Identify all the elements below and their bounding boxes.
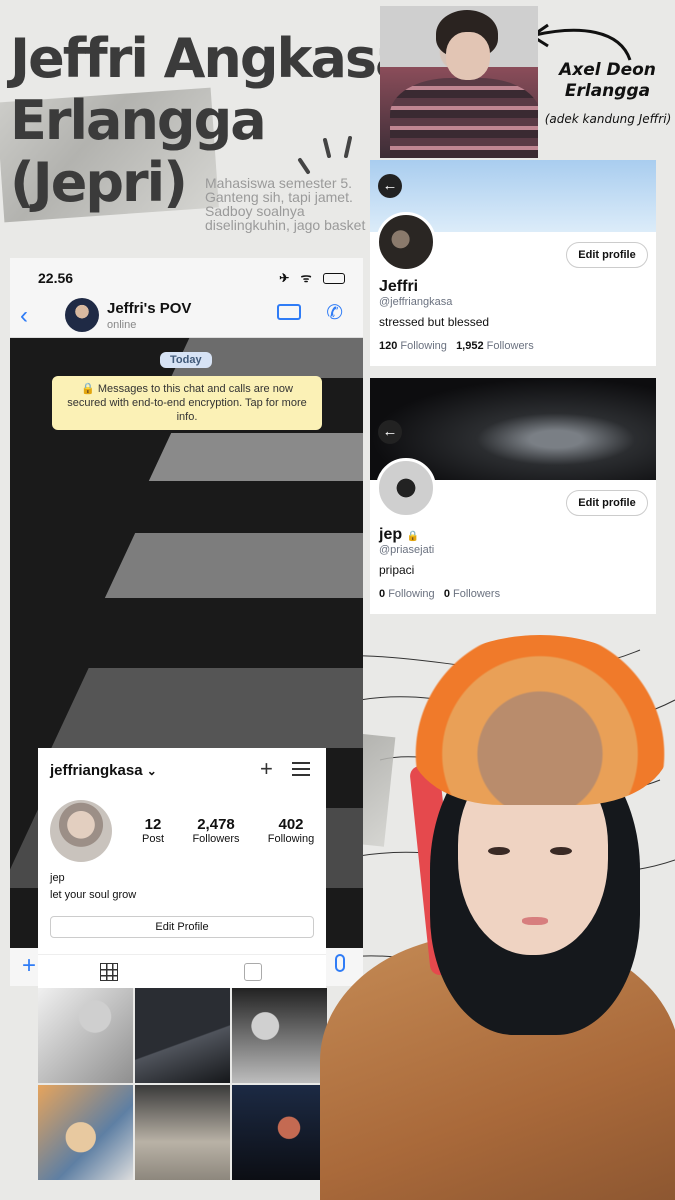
sibling-name: Axel Deon Erlangga bbox=[559, 60, 656, 101]
edit-profile-button[interactable]: Edit profile bbox=[566, 490, 648, 516]
new-post-icon[interactable]: + bbox=[260, 756, 273, 782]
attach-plus-icon[interactable]: + bbox=[22, 952, 36, 980]
avatar bbox=[376, 458, 436, 518]
profile-name: jep 🔒 bbox=[379, 526, 420, 543]
grid-icon[interactable] bbox=[100, 963, 118, 981]
profile-handle: @priasejati bbox=[379, 544, 435, 556]
back-chevron-icon[interactable]: ‹ bbox=[20, 302, 28, 330]
profile-bio: stressed but blessed bbox=[379, 315, 490, 329]
phone-call-icon[interactable]: ✆ bbox=[326, 300, 343, 325]
tagged-icon[interactable] bbox=[244, 963, 262, 981]
profile-handle: @jeffriangkasa bbox=[379, 296, 453, 308]
chat-status: online bbox=[107, 319, 137, 331]
battery-icon bbox=[323, 273, 345, 285]
sibling-photo bbox=[380, 6, 538, 158]
chat-header: ‹ Jeffri's POV online ✆ bbox=[10, 296, 363, 338]
bio-text: let your soul grow bbox=[50, 889, 137, 901]
date-chip: Today bbox=[160, 352, 212, 368]
sibling-note: (adek kandung Jeffri) bbox=[544, 112, 672, 126]
twitter-profile-card: ← Edit profile Jeffri @jeffriangkasa str… bbox=[370, 160, 656, 366]
follow-stats: 0 Following 0 Followers bbox=[379, 588, 500, 600]
followers-stat[interactable]: 2,478 Followers bbox=[181, 816, 251, 845]
following-count[interactable]: 0 bbox=[379, 588, 385, 600]
twitter-alt-profile-card: ← Edit profile jep 🔒 @priasejati pripaci… bbox=[370, 378, 656, 614]
avatar[interactable] bbox=[65, 298, 99, 332]
status-time: 22.56 bbox=[38, 270, 74, 286]
following-label[interactable]: Following bbox=[388, 588, 434, 600]
video-call-icon[interactable] bbox=[277, 304, 301, 320]
posts-stat[interactable]: 12 Post bbox=[118, 816, 188, 845]
status-icons: ✈ ᯤ bbox=[279, 269, 345, 286]
wallpaper-stripe bbox=[104, 533, 363, 598]
character-description: Mahasiswa semester 5. Ganteng sih, tapi … bbox=[205, 175, 366, 233]
wallpaper-stripe bbox=[148, 433, 363, 481]
chevron-down-icon[interactable]: ⌄ bbox=[147, 764, 157, 778]
profile-tabs bbox=[38, 954, 326, 988]
following-label[interactable]: Following bbox=[400, 340, 446, 352]
avatar[interactable] bbox=[50, 800, 112, 862]
back-arrow-icon[interactable]: ← bbox=[378, 420, 402, 444]
post-thumbnail[interactable] bbox=[38, 1085, 133, 1180]
edit-profile-button[interactable]: Edit Profile bbox=[50, 916, 314, 938]
following-count[interactable]: 120 bbox=[379, 340, 397, 352]
post-thumbnail[interactable] bbox=[135, 988, 230, 1083]
followers-count[interactable]: 0 bbox=[444, 588, 450, 600]
bio-name: jep bbox=[50, 872, 65, 884]
profile-name: Jeffri bbox=[379, 278, 419, 295]
post-thumbnail[interactable] bbox=[38, 988, 133, 1083]
followers-count[interactable]: 1,952 bbox=[456, 340, 484, 352]
encryption-notice[interactable]: 🔒 Messages to this chat and calls are no… bbox=[52, 376, 322, 430]
edit-profile-button[interactable]: Edit profile bbox=[566, 242, 648, 268]
followers-label[interactable]: Followers bbox=[453, 588, 500, 600]
instagram-profile-card: jeffriangkasa ⌄ + 12 Post 2,478 Followers … bbox=[38, 748, 326, 988]
back-arrow-icon[interactable]: ← bbox=[378, 174, 402, 198]
followers-label[interactable]: Followers bbox=[487, 340, 534, 352]
avatar bbox=[376, 212, 436, 272]
character-photo bbox=[300, 615, 675, 1200]
post-thumbnail[interactable] bbox=[135, 1085, 230, 1180]
status-bar: 22.56 ✈ ᯤ bbox=[10, 258, 363, 296]
follow-stats: 120 Following 1,952 Followers bbox=[379, 340, 534, 352]
instagram-username[interactable]: jeffriangkasa ⌄ bbox=[50, 762, 157, 779]
profile-bio: pripaci bbox=[379, 563, 415, 577]
chat-name[interactable]: Jeffri's POV bbox=[107, 300, 191, 317]
lock-icon: 🔒 bbox=[406, 531, 420, 542]
